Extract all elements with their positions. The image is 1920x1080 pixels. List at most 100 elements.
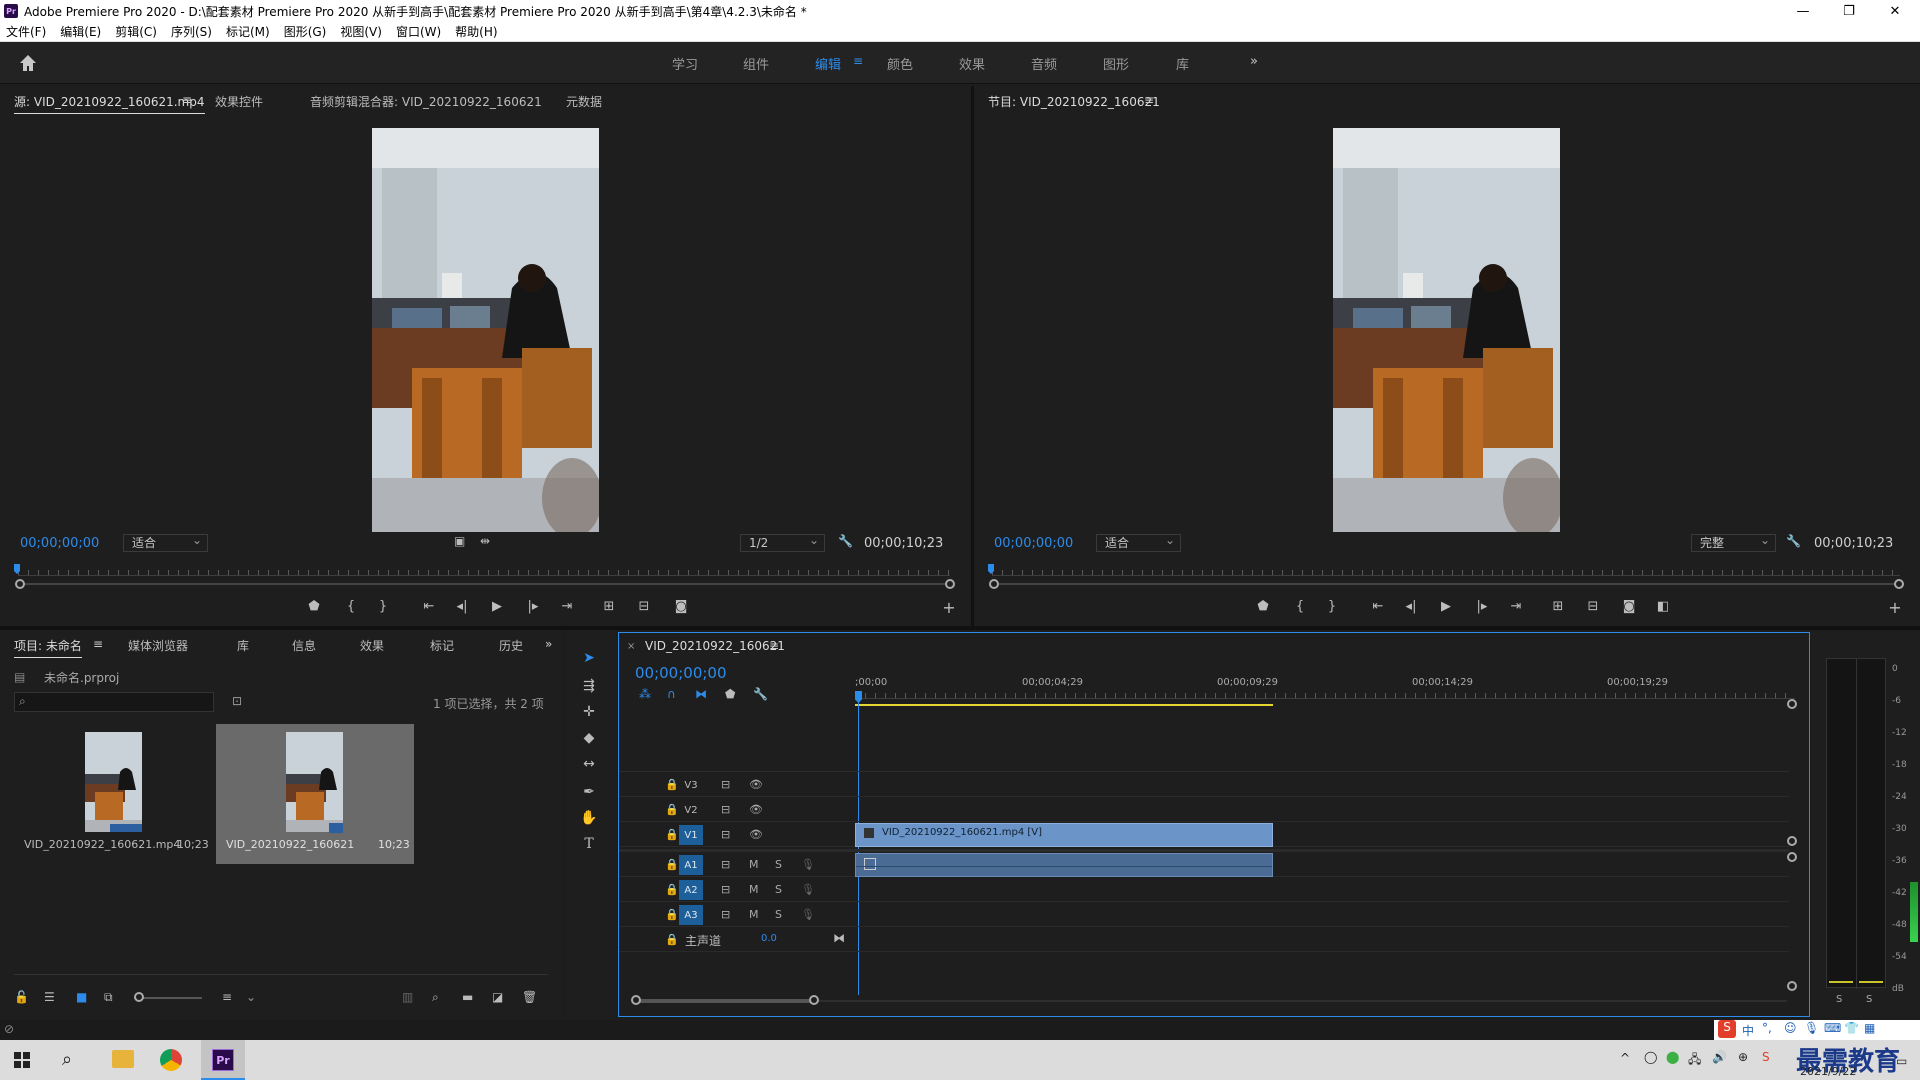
source-settings-icon[interactable]: ▣ — [454, 534, 465, 548]
new-bin-icon[interactable]: ▬ — [462, 990, 473, 1004]
solo-right-button[interactable]: S — [1866, 994, 1872, 1005]
audio-clip[interactable] — [855, 853, 1273, 877]
workspace-libraries[interactable]: 库 — [1176, 54, 1189, 73]
workspace-learn[interactable]: 学习 — [672, 54, 698, 73]
drag-video-icon[interactable]: ⇹ — [480, 534, 490, 548]
timeline-time-ruler[interactable] — [855, 689, 1795, 699]
source-zoom-end-handle[interactable] — [945, 579, 955, 589]
av-divider[interactable] — [619, 849, 1789, 852]
project-item-sequence[interactable]: VID_20210922_160621 10;23 — [216, 724, 414, 864]
play-icon[interactable]: ▶ — [1437, 599, 1455, 614]
program-zoom-end-handle[interactable] — [1894, 579, 1904, 589]
track-target-a1[interactable]: A1 — [679, 855, 703, 875]
solo-button[interactable]: S — [775, 908, 782, 921]
timeline-zoom-bar[interactable] — [637, 999, 817, 1003]
hand-tool-icon[interactable]: ✋ — [580, 810, 598, 828]
solo-button[interactable]: S — [775, 883, 782, 896]
track-v3[interactable]: 🔒 V3 ⊟ 👁 — [619, 773, 1789, 797]
step-back-icon[interactable]: ◂| — [1402, 599, 1420, 614]
audio-scroll-top-handle[interactable] — [1787, 852, 1797, 862]
source-zoom-bar[interactable] — [22, 583, 950, 585]
tab-libraries[interactable]: 库 — [237, 637, 249, 654]
tray-notify-icon[interactable]: ◯ — [1644, 1050, 1657, 1064]
ime-voice-icon[interactable]: 🎙 — [1804, 1021, 1819, 1035]
go-to-out-icon[interactable]: ⇥ — [1507, 599, 1525, 614]
razor-tool-icon[interactable]: ◆ — [580, 730, 598, 748]
button-editor-icon[interactable]: + — [1886, 598, 1904, 617]
program-time-ruler[interactable] — [992, 564, 1900, 576]
track-master[interactable]: 🔒 主声道 0.0 ⧓ — [619, 928, 1789, 952]
program-zoom-bar[interactable] — [996, 583, 1900, 585]
track-target-a3[interactable]: A3 — [679, 905, 703, 925]
menu-view[interactable]: 视图(V) — [340, 23, 382, 40]
track-a3[interactable]: 🔒 A3 ⊟ M S 🎙 — [619, 903, 1789, 927]
toggle-output-eye-icon[interactable]: 👁 — [749, 778, 763, 791]
mark-in-icon[interactable]: { — [342, 599, 360, 614]
timeline-zoom-start-handle[interactable] — [631, 995, 641, 1005]
voiceover-mic-icon[interactable]: 🎙 — [801, 883, 815, 896]
panel-menu-icon[interactable]: ≡ — [182, 93, 192, 107]
track-target-v2[interactable]: V2 — [679, 800, 703, 820]
ime-emoji-icon[interactable]: ☺ — [1784, 1021, 1797, 1035]
tab-program[interactable]: 节目: VID_20210922_160621 — [988, 93, 1160, 110]
ime-language-toggle[interactable]: 中 — [1742, 1022, 1754, 1039]
timeline-marker-icon[interactable]: ⬟ — [725, 687, 735, 701]
more-tabs-icon[interactable]: » — [545, 637, 552, 651]
button-editor-icon[interactable]: + — [940, 598, 958, 617]
tab-audio-clip-mixer[interactable]: 音频剪辑混合器: VID_20210922_160621 — [310, 93, 542, 110]
sync-lock-icon[interactable]: ⊟ — [721, 778, 730, 791]
timeline-timecode[interactable]: 00;00;00;00 — [635, 664, 727, 682]
step-forward-icon[interactable]: |▸ — [524, 599, 542, 614]
workspace-editing[interactable]: 编辑 — [815, 54, 841, 73]
voiceover-mic-icon[interactable]: 🎙 — [801, 908, 815, 921]
sync-lock-icon[interactable]: ⊟ — [721, 908, 730, 921]
file-explorer-icon[interactable] — [112, 1050, 134, 1068]
go-to-next-edit-icon[interactable]: ⧓ — [833, 931, 845, 945]
menu-graphics[interactable]: 图形(G) — [284, 23, 327, 40]
menu-file[interactable]: 文件(F) — [6, 23, 46, 40]
mute-button[interactable]: M — [749, 883, 759, 896]
sync-lock-icon[interactable]: ⊟ — [721, 883, 730, 896]
video-clip[interactable]: VID_20210922_160621.mp4 [V] — [855, 823, 1273, 847]
track-v2[interactable]: 🔒 V2 ⊟ 👁 — [619, 798, 1789, 822]
freeform-view-icon[interactable]: ⧉ — [104, 990, 113, 1005]
solo-button[interactable]: S — [775, 858, 782, 871]
windows-start-icon[interactable] — [14, 1052, 30, 1068]
tab-effects[interactable]: 效果 — [360, 637, 384, 654]
step-forward-icon[interactable]: |▸ — [1473, 599, 1491, 614]
ime-tray-icon[interactable]: ⊕ — [1738, 1050, 1748, 1064]
linked-selection-icon[interactable]: ⧓ — [695, 687, 707, 701]
thumbnail-size-handle[interactable] — [134, 992, 144, 1002]
tab-metadata[interactable]: 元数据 — [566, 93, 602, 110]
solo-left-button[interactable]: S — [1836, 994, 1842, 1005]
slip-tool-icon[interactable]: ↔ — [580, 756, 598, 774]
find-icon[interactable]: ⌕ — [432, 990, 439, 1005]
export-frame-icon[interactable]: ◙ — [672, 599, 690, 614]
minimize-icon[interactable]: — — [1780, 0, 1826, 22]
menu-window[interactable]: 窗口(W) — [396, 23, 441, 40]
menu-marker[interactable]: 标记(M) — [226, 23, 270, 40]
work-area-bar[interactable] — [855, 704, 1273, 706]
search-icon[interactable]: ⌕ — [62, 1049, 72, 1070]
thumbnail-size-slider[interactable] — [134, 997, 202, 999]
tray-security-icon[interactable]: ⬤ — [1666, 1050, 1679, 1064]
ime-tools-icon[interactable]: ▦ — [1864, 1021, 1875, 1035]
taskbar-date[interactable]: 2021/9/22 — [1800, 1065, 1856, 1078]
sort-dropdown-icon[interactable]: ⌄ — [246, 990, 256, 1004]
track-select-tool-icon[interactable]: ⇶ — [580, 678, 598, 696]
program-quality-dropdown[interactable]: 完整 — [1691, 532, 1776, 552]
workspace-audio[interactable]: 音频 — [1031, 54, 1057, 73]
track-target-v1[interactable]: V1 — [679, 825, 703, 845]
program-playhead-timecode[interactable]: 00;00;00;00 — [994, 536, 1073, 551]
tab-project[interactable]: 项目: 未命名 — [14, 637, 82, 658]
video-scroll-bottom-handle[interactable] — [1787, 836, 1797, 846]
action-center-icon[interactable]: ▭ — [1896, 1054, 1907, 1068]
menu-clip[interactable]: 剪辑(C) — [115, 23, 157, 40]
more-workspaces-icon[interactable]: » — [1250, 54, 1258, 69]
restore-icon[interactable]: ❐ — [1826, 0, 1872, 22]
timeline-settings-icon[interactable]: 🔧 — [753, 687, 768, 701]
add-marker-icon[interactable]: ⬟ — [305, 599, 323, 614]
new-search-bin-icon[interactable]: ⊡ — [232, 694, 242, 708]
workspace-color[interactable]: 颜色 — [887, 54, 913, 73]
sync-lock-icon[interactable]: ⊟ — [721, 828, 730, 841]
